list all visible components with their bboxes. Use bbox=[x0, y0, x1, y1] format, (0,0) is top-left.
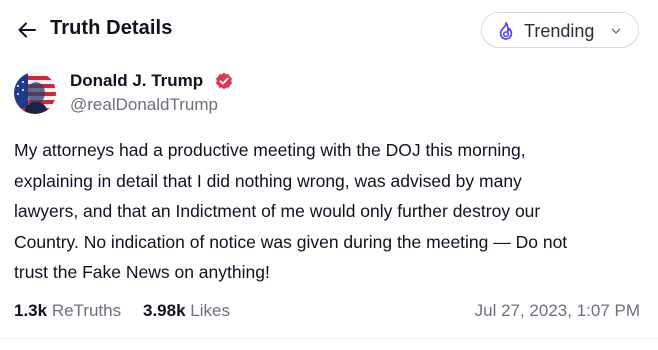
post-text-line: lawyers, and that an Indictment of me wo… bbox=[14, 201, 541, 221]
divider bbox=[0, 338, 658, 339]
feed-selector-label: Trending bbox=[524, 21, 595, 41]
author-name[interactable]: Donald J. Trump bbox=[70, 71, 203, 91]
verified-badge-icon bbox=[216, 72, 232, 90]
chevron-down-icon bbox=[611, 28, 621, 34]
truth-details-page: Truth Details Trending Donald J. Trump @… bbox=[0, 0, 658, 350]
page-title: Truth Details bbox=[50, 17, 173, 39]
post-text-line: My attorneys had a productive meeting wi… bbox=[14, 140, 526, 160]
back-button[interactable] bbox=[12, 15, 42, 45]
feed-selector-dropdown[interactable]: Trending bbox=[481, 12, 639, 48]
header: Truth Details Trending bbox=[0, 0, 658, 62]
post-body: My attorneys had a productive meeting wi… bbox=[14, 135, 644, 288]
avatar[interactable] bbox=[14, 72, 56, 114]
likes-label: Likes bbox=[190, 301, 230, 320]
post-footer: 1.3k ReTruths 3.98k Likes Jul 27, 2023, … bbox=[14, 298, 640, 324]
post-timestamp: Jul 27, 2023, 1:07 PM bbox=[474, 301, 640, 320]
post-text-line: trust the Fake News on anything! bbox=[14, 262, 270, 282]
likes-stat[interactable]: 3.98k Likes bbox=[143, 301, 230, 321]
likes-count: 3.98k bbox=[143, 301, 186, 320]
retruths-label: ReTruths bbox=[51, 301, 122, 320]
avatar-image bbox=[14, 72, 56, 114]
retruths-stat[interactable]: 1.3k ReTruths bbox=[14, 301, 121, 321]
flame-icon bbox=[499, 21, 513, 40]
post-text-line: explaining in detail that I did nothing … bbox=[14, 170, 522, 191]
author-handle[interactable]: @realDonaldTrump bbox=[70, 95, 218, 115]
post-text-line: Country. No indication of notice was giv… bbox=[14, 231, 568, 252]
retruths-count: 1.3k bbox=[14, 301, 48, 320]
arrow-left-icon bbox=[18, 22, 36, 38]
